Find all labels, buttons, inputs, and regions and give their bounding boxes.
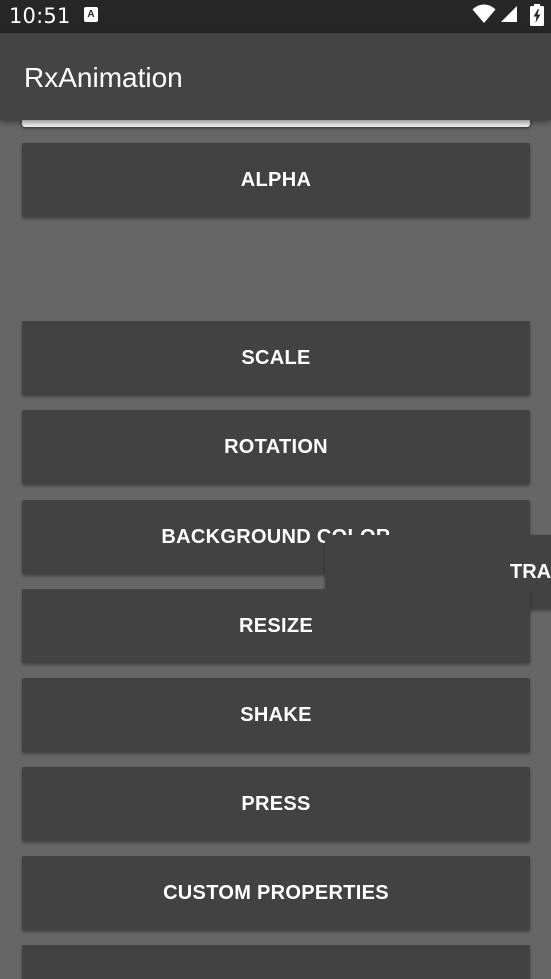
resize-button[interactable]: RESIZE [22, 589, 530, 663]
signal-icon [501, 6, 517, 22]
status-bar: 10:51 A [0, 0, 551, 33]
partially-hidden-button[interactable] [22, 120, 530, 127]
wifi-icon [472, 4, 496, 23]
scale-button[interactable]: SCALE [22, 321, 530, 395]
custom-properties-button[interactable]: CUSTOM PROPERTIES [22, 856, 530, 930]
button-list[interactable]: ALPHA SCALE ROTATION BACKGROUND COLOR TR… [0, 120, 551, 979]
notification-icon: A [84, 7, 98, 22]
press-button[interactable]: PRESS [22, 767, 530, 841]
battery-icon [530, 4, 544, 26]
next-button-partial[interactable] [22, 945, 530, 979]
alpha-button[interactable]: ALPHA [22, 143, 530, 217]
status-time: 10:51 [9, 4, 71, 28]
shake-button[interactable]: SHAKE [22, 678, 530, 752]
app-bar: RxAnimation [0, 33, 551, 120]
app-title: RxAnimation [24, 62, 183, 93]
rotation-button[interactable]: ROTATION [22, 410, 530, 484]
